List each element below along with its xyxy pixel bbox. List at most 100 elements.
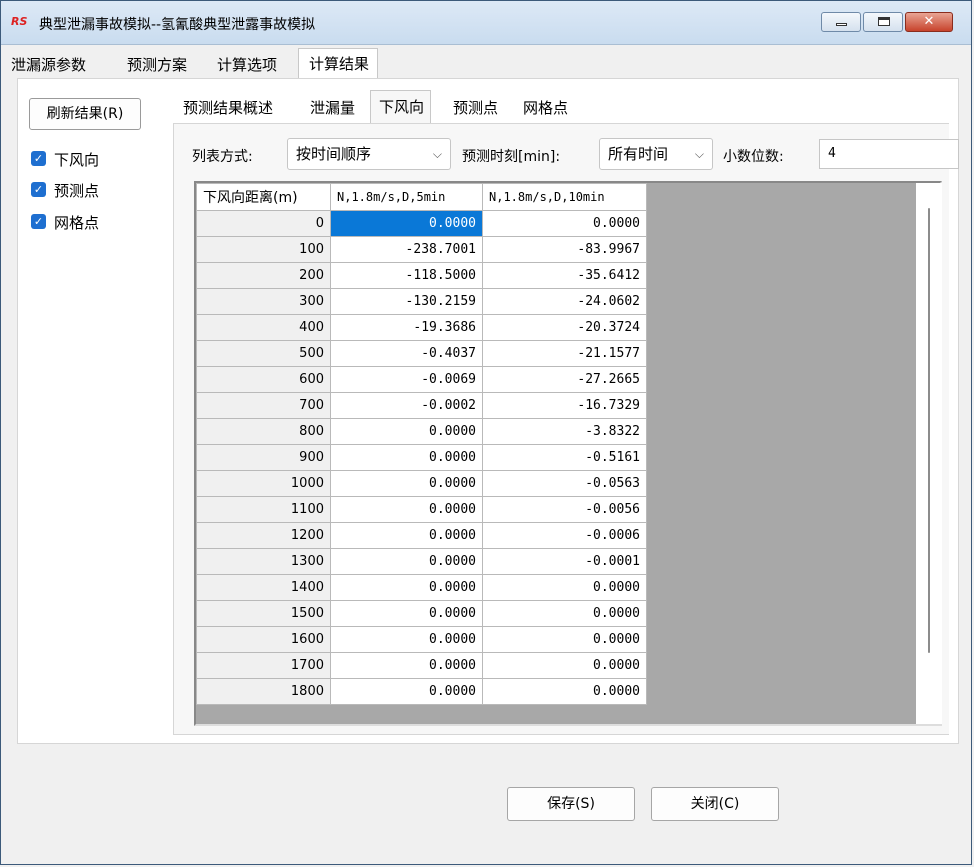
row-distance-cell[interactable]: 1400 (196, 574, 331, 601)
subtab-grid-point[interactable]: 网格点 (523, 97, 568, 118)
table-row[interactable]: 900 0.0000 -0.5161 (196, 444, 647, 471)
row-distance-cell[interactable]: 500 (196, 340, 331, 367)
table-row[interactable]: 300 -130.2159 -24.0602 (196, 288, 647, 315)
row-distance-cell[interactable]: 1700 (196, 652, 331, 679)
close-button[interactable]: 关闭(C) (651, 787, 779, 821)
value-10min-cell[interactable]: -0.0056 (482, 496, 647, 523)
table-row[interactable]: 1400 0.0000 0.0000 (196, 574, 647, 601)
value-10min-cell[interactable]: 0.0000 (482, 574, 647, 601)
value-10min-cell[interactable]: -20.3724 (482, 314, 647, 341)
value-10min-cell[interactable]: -0.5161 (482, 444, 647, 471)
value-5min-cell[interactable]: 0.0000 (330, 418, 483, 445)
table-row[interactable]: 1600 0.0000 0.0000 (196, 626, 647, 653)
tab-calc-results[interactable]: 计算结果 (298, 48, 379, 78)
checkbox-forecast-point[interactable]: ✓ 预测点 (31, 180, 99, 201)
value-5min-cell[interactable]: -118.5000 (330, 262, 483, 289)
table-row[interactable]: 1500 0.0000 0.0000 (196, 600, 647, 627)
value-5min-cell[interactable]: 0.0000 (330, 210, 483, 237)
subtab-summary[interactable]: 预测结果概述 (183, 97, 273, 118)
row-distance-cell[interactable]: 1100 (196, 496, 331, 523)
table-row[interactable]: 1800 0.0000 0.0000 (196, 678, 647, 705)
row-distance-cell[interactable]: 700 (196, 392, 331, 419)
value-5min-cell[interactable]: 0.0000 (330, 600, 483, 627)
subtab-forecast-point[interactable]: 预测点 (453, 97, 498, 118)
table-row[interactable]: 200 -118.5000 -35.6412 (196, 262, 647, 289)
table-row[interactable]: 600 -0.0069 -27.2665 (196, 366, 647, 393)
tab-leak-source[interactable]: 泄漏源参数 (11, 54, 86, 76)
row-distance-cell[interactable]: 0 (196, 210, 331, 237)
forecast-time-select[interactable]: 所有时间 ⌵ (599, 138, 713, 170)
minimize-button[interactable] (821, 12, 861, 32)
value-5min-cell[interactable]: 0.0000 (330, 496, 483, 523)
value-10min-cell[interactable]: -24.0602 (482, 288, 647, 315)
tab-calc-options[interactable]: 计算选项 (217, 54, 277, 76)
checkbox-grid-point[interactable]: ✓ 网格点 (31, 212, 99, 233)
row-distance-cell[interactable]: 900 (196, 444, 331, 471)
table-row[interactable]: 1200 0.0000 -0.0006 (196, 522, 647, 549)
list-mode-select[interactable]: 按时间顺序 ⌵ (287, 138, 451, 170)
value-10min-cell[interactable]: -0.0563 (482, 470, 647, 497)
column-header-5min[interactable]: N,1.8m/s,D,5min (330, 183, 483, 211)
value-10min-cell[interactable]: 0.0000 (482, 678, 647, 705)
value-5min-cell[interactable]: 0.0000 (330, 574, 483, 601)
row-distance-cell[interactable]: 1300 (196, 548, 331, 575)
value-5min-cell[interactable]: -130.2159 (330, 288, 483, 315)
save-button[interactable]: 保存(S) (507, 787, 635, 821)
value-5min-cell[interactable]: 0.0000 (330, 470, 483, 497)
row-distance-cell[interactable]: 1800 (196, 678, 331, 705)
table-row[interactable]: 1300 0.0000 -0.0001 (196, 548, 647, 575)
value-10min-cell[interactable]: 0.0000 (482, 210, 647, 237)
value-10min-cell[interactable]: 0.0000 (482, 600, 647, 627)
value-10min-cell[interactable]: -35.6412 (482, 262, 647, 289)
table-row[interactable]: 0 0.0000 0.0000 (196, 210, 647, 237)
row-distance-cell[interactable]: 200 (196, 262, 331, 289)
row-distance-cell[interactable]: 100 (196, 236, 331, 263)
value-5min-cell[interactable]: -238.7001 (330, 236, 483, 263)
checkbox-downwind[interactable]: ✓ 下风向 (31, 149, 99, 170)
row-distance-cell[interactable]: 400 (196, 314, 331, 341)
maximize-button[interactable] (863, 12, 903, 32)
value-10min-cell[interactable]: -0.0006 (482, 522, 647, 549)
row-distance-cell[interactable]: 1000 (196, 470, 331, 497)
value-10min-cell[interactable]: -83.9967 (482, 236, 647, 263)
table-row[interactable]: 1700 0.0000 0.0000 (196, 652, 647, 679)
value-10min-cell[interactable]: 0.0000 (482, 626, 647, 653)
value-5min-cell[interactable]: -0.4037 (330, 340, 483, 367)
row-distance-cell[interactable]: 300 (196, 288, 331, 315)
table-row[interactable]: 400 -19.3686 -20.3724 (196, 314, 647, 341)
title-bar[interactable]: RS 典型泄漏事故模拟--氢氰酸典型泄露事故模拟 ✕ (1, 1, 971, 45)
decimal-digits-input[interactable]: 4 (819, 139, 959, 169)
value-10min-cell[interactable]: -27.2665 (482, 366, 647, 393)
value-5min-cell[interactable]: 0.0000 (330, 626, 483, 653)
value-5min-cell[interactable]: 0.0000 (330, 548, 483, 575)
subtab-leak-amount[interactable]: 泄漏量 (310, 97, 355, 118)
subtab-downwind[interactable]: 下风向 (370, 90, 432, 124)
value-10min-cell[interactable]: -16.7329 (482, 392, 647, 419)
value-5min-cell[interactable]: 0.0000 (330, 522, 483, 549)
refresh-results-button[interactable]: 刷新结果(R) (29, 98, 141, 130)
tab-forecast-plan[interactable]: 预测方案 (127, 54, 187, 76)
column-header-10min[interactable]: N,1.8m/s,D,10min (482, 183, 647, 211)
close-window-button[interactable]: ✕ (905, 12, 953, 32)
row-distance-cell[interactable]: 1600 (196, 626, 331, 653)
table-row[interactable]: 100 -238.7001 -83.9967 (196, 236, 647, 263)
value-10min-cell[interactable]: 0.0000 (482, 652, 647, 679)
vertical-scrollbar[interactable] (928, 208, 930, 653)
value-10min-cell[interactable]: -21.1577 (482, 340, 647, 367)
row-distance-cell[interactable]: 1200 (196, 522, 331, 549)
value-10min-cell[interactable]: -0.0001 (482, 548, 647, 575)
table-row[interactable]: 800 0.0000 -3.8322 (196, 418, 647, 445)
row-distance-cell[interactable]: 800 (196, 418, 331, 445)
value-5min-cell[interactable]: 0.0000 (330, 678, 483, 705)
value-5min-cell[interactable]: -19.3686 (330, 314, 483, 341)
value-5min-cell[interactable]: 0.0000 (330, 652, 483, 679)
value-5min-cell[interactable]: 0.0000 (330, 444, 483, 471)
row-distance-cell[interactable]: 1500 (196, 600, 331, 627)
row-distance-cell[interactable]: 600 (196, 366, 331, 393)
table-row[interactable]: 1100 0.0000 -0.0056 (196, 496, 647, 523)
table-row[interactable]: 700 -0.0002 -16.7329 (196, 392, 647, 419)
value-10min-cell[interactable]: -3.8322 (482, 418, 647, 445)
table-row[interactable]: 500 -0.4037 -21.1577 (196, 340, 647, 367)
value-5min-cell[interactable]: -0.0069 (330, 366, 483, 393)
column-header-distance[interactable]: 下风向距离(m) (196, 183, 331, 211)
